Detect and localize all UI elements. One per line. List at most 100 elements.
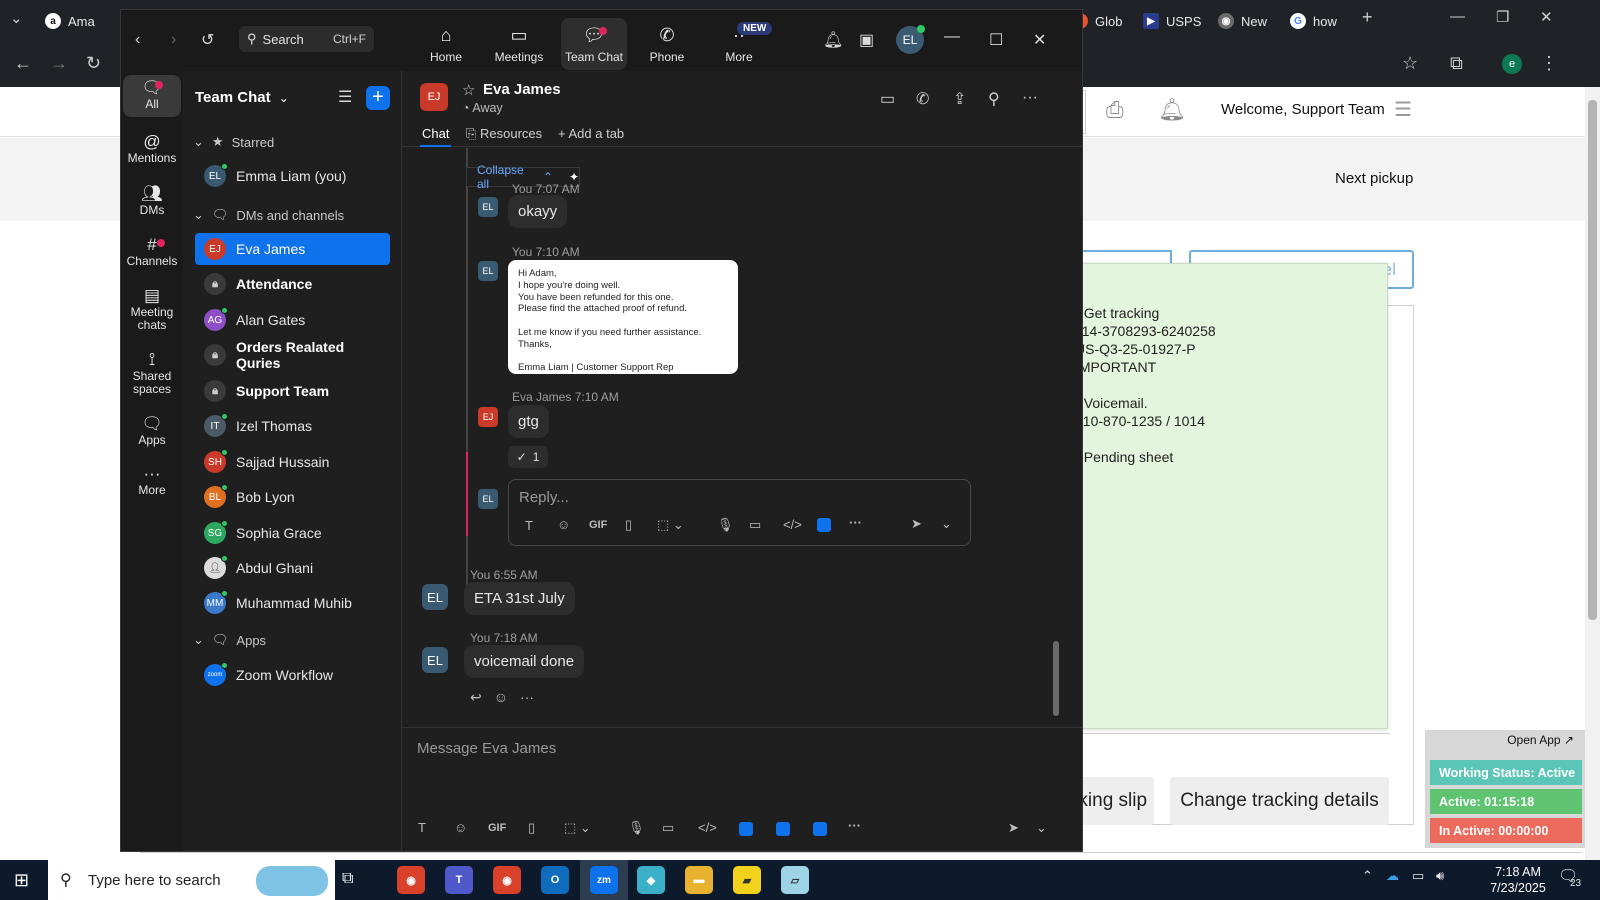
zoom-docs-icon[interactable] — [739, 822, 753, 839]
maximize-icon[interactable]: ☐ — [989, 30, 1003, 50]
windows-start-icon[interactable]: ⊞ — [14, 870, 29, 891]
tray-chevron-icon[interactable]: ⌃ — [1362, 868, 1373, 884]
chat-item-sajjad-hussain[interactable]: SH Sajjad Hussain — [195, 446, 390, 478]
onedrive-icon[interactable]: ☁ — [1386, 868, 1399, 884]
microphone-icon[interactable]: 🎙︎ — [717, 517, 734, 533]
rail-apps[interactable]: 🗨︎ Apps — [123, 415, 181, 447]
video-call-icon[interactable]: ▭ — [880, 89, 895, 109]
send-options-chevron-icon[interactable]: ⌄ — [941, 516, 952, 532]
chat-item-eva-james[interactable]: EJ Eva James — [195, 233, 390, 265]
browser-tab-how[interactable]: G how — [1290, 8, 1337, 34]
text-format-icon[interactable]: T — [525, 518, 533, 533]
chat-item-abdul-ghani[interactable]: 👤︎ Abdul Ghani — [195, 552, 390, 584]
notepad-taskbar-icon[interactable]: ▱ — [781, 866, 809, 894]
notification-bell-icon[interactable]: 🔔︎ — [823, 30, 843, 50]
rail-channels[interactable]: # Channels — [123, 236, 181, 268]
zoom-forward-icon[interactable]: › — [171, 31, 176, 49]
send-options-chevron-icon[interactable]: ⌄ — [1036, 820, 1047, 836]
rail-meeting-chats[interactable]: ▤ Meeting chats — [123, 287, 181, 332]
text-format-icon[interactable]: T — [418, 820, 426, 835]
history-icon[interactable]: ↺ — [201, 30, 214, 50]
rail-dms[interactable]: 👥︎ DMs — [123, 185, 181, 217]
browser-tab-usps[interactable]: ▶ USPS — [1143, 8, 1201, 34]
hamburger-menu-icon[interactable]: ☰ — [1394, 97, 1412, 122]
zoom-docs-icon[interactable] — [817, 518, 831, 535]
rail-more[interactable]: ··· More — [123, 465, 181, 497]
more-tools-icon[interactable]: ··· — [848, 818, 861, 833]
chat-scrollbar[interactable] — [1053, 641, 1059, 716]
more-tools-icon[interactable]: ··· — [849, 515, 862, 530]
bookmark-star-icon[interactable]: ☆ — [1402, 53, 1418, 74]
sticky-notes-taskbar-icon[interactable]: ▰ — [733, 866, 761, 894]
reload-icon[interactable]: ↻ — [86, 53, 101, 74]
calendar-icon[interactable]: ▣ — [859, 30, 874, 50]
taskbar-search[interactable]: ⚲ Type here to search — [48, 860, 335, 900]
taskbar-clock[interactable]: 7:18 AM 7/23/2025 — [1488, 864, 1548, 896]
tab-add[interactable]: + Add a tab — [558, 126, 624, 141]
search-in-chat-icon[interactable]: ⚲ — [988, 89, 1000, 109]
tab-chat[interactable]: Chat — [419, 126, 452, 147]
browser-menu-icon[interactable]: ⋮ — [1540, 53, 1558, 74]
reaction-chip[interactable]: ✓ 1 — [508, 446, 548, 468]
minimize-icon[interactable]: — — [944, 28, 960, 46]
zoom-taskbar-icon[interactable]: zm — [590, 866, 618, 894]
nav-phone[interactable]: ✆ Phone — [634, 18, 700, 70]
volume-icon[interactable]: 🔊︎ — [1436, 868, 1444, 884]
file-explorer-taskbar-icon[interactable]: ▬ — [685, 866, 713, 894]
app-taskbar-icon[interactable]: ◆ — [637, 866, 665, 894]
more-actions-icon[interactable]: ··· — [520, 689, 534, 706]
star-outline-icon[interactable]: ☆ — [462, 81, 475, 99]
screenshot-icon[interactable]: ⬚ ⌄ — [657, 517, 684, 533]
chat-item-zoom-workflow[interactable]: zoom Zoom Workflow — [195, 659, 390, 691]
chat-item-izel-thomas[interactable]: IT Izel Thomas — [195, 410, 390, 442]
rail-mentions[interactable]: @ Mentions — [123, 133, 181, 165]
back-arrow-icon[interactable]: ← — [14, 53, 32, 74]
video-message-icon[interactable]: ▭ — [662, 820, 674, 836]
nav-team-chat[interactable]: 💬︎ Team Chat — [561, 18, 627, 70]
message-composer[interactable]: Message Eva James T ☺ GIF ▯ ⬚ ⌄ 🎙︎ ▭ </>… — [402, 727, 1083, 851]
send-icon[interactable]: ➤ — [1008, 820, 1019, 836]
zoom-whiteboard-icon[interactable] — [813, 822, 827, 839]
video-message-icon[interactable]: ▭ — [749, 517, 761, 533]
microphone-icon[interactable]: 🎙︎ — [628, 820, 645, 836]
gif-button[interactable]: GIF — [488, 822, 506, 834]
outlook-taskbar-icon[interactable]: O — [541, 866, 569, 894]
tab-search-icon[interactable]: ⌄ — [10, 9, 23, 27]
emoji-icon[interactable]: ☺ — [454, 820, 467, 835]
forward-arrow-icon[interactable]: → — [50, 53, 68, 74]
new-chat-button[interactable]: + — [366, 86, 390, 110]
close-icon[interactable]: ✕ — [1033, 30, 1046, 50]
browser-close-icon[interactable]: ✕ — [1540, 8, 1553, 26]
zoom-search-box[interactable]: ⚲ Search Ctrl+F — [239, 26, 374, 52]
chat-item-bob-lyon[interactable]: BL Bob Lyon — [195, 481, 390, 513]
nav-meetings[interactable]: ▭ Meetings — [486, 18, 552, 70]
add-reaction-icon[interactable]: ☺ — [494, 689, 508, 706]
rail-all[interactable]: 🗨︎ All — [123, 75, 181, 117]
file-icon[interactable]: ▯ — [625, 517, 632, 533]
thread-reply-input[interactable]: Reply... T ☺ GIF ▯ ⬚ ⌄ 🎙︎ ▭ </> ··· ➤ ⌄ — [508, 479, 971, 546]
emoji-icon[interactable]: ☺ — [557, 517, 570, 532]
extensions-icon[interactable]: ⧉ — [1450, 53, 1463, 74]
screenshot-icon[interactable]: ⬚ ⌄ — [564, 820, 591, 836]
new-tab-button[interactable]: + — [1362, 7, 1373, 28]
section-starred[interactable]: ⌄ ★ Starred — [193, 134, 274, 150]
chat-item-orders[interactable]: 🔒︎ Orders Realated Quries — [195, 339, 390, 371]
change-tracking-button[interactable]: Change tracking details — [1170, 777, 1389, 825]
browser-tab-new[interactable]: ◉ New — [1218, 8, 1267, 34]
chat-item-muhammad-muhib[interactable]: MM Muhammad Muhib — [195, 587, 390, 619]
rail-shared-spaces[interactable]: ⟟ Shared spaces — [123, 351, 181, 396]
phone-call-icon[interactable]: ✆ — [916, 89, 929, 109]
task-view-icon[interactable]: ⧉ — [342, 870, 353, 888]
tab-resources[interactable]: ⎘ Resources — [466, 126, 542, 142]
print-icon[interactable]: ⎙ — [1106, 97, 1124, 123]
panel-title[interactable]: Team Chat ⌄ — [195, 89, 289, 106]
section-apps[interactable]: ⌄ 🗨︎ Apps — [193, 632, 266, 648]
nav-home[interactable]: ⌂ Home — [413, 18, 479, 70]
notification-bell-icon[interactable]: 🔔︎ — [1158, 97, 1186, 123]
zoom-clips-icon[interactable] — [776, 822, 790, 839]
filter-icon[interactable]: ☰ — [338, 87, 352, 107]
file-icon[interactable]: ▯ — [528, 820, 535, 836]
teams-taskbar-icon[interactable]: T — [445, 866, 473, 894]
section-dms[interactable]: ⌄ 🗨︎ DMs and channels — [193, 207, 344, 223]
code-snippet-icon[interactable]: </> — [698, 820, 717, 835]
